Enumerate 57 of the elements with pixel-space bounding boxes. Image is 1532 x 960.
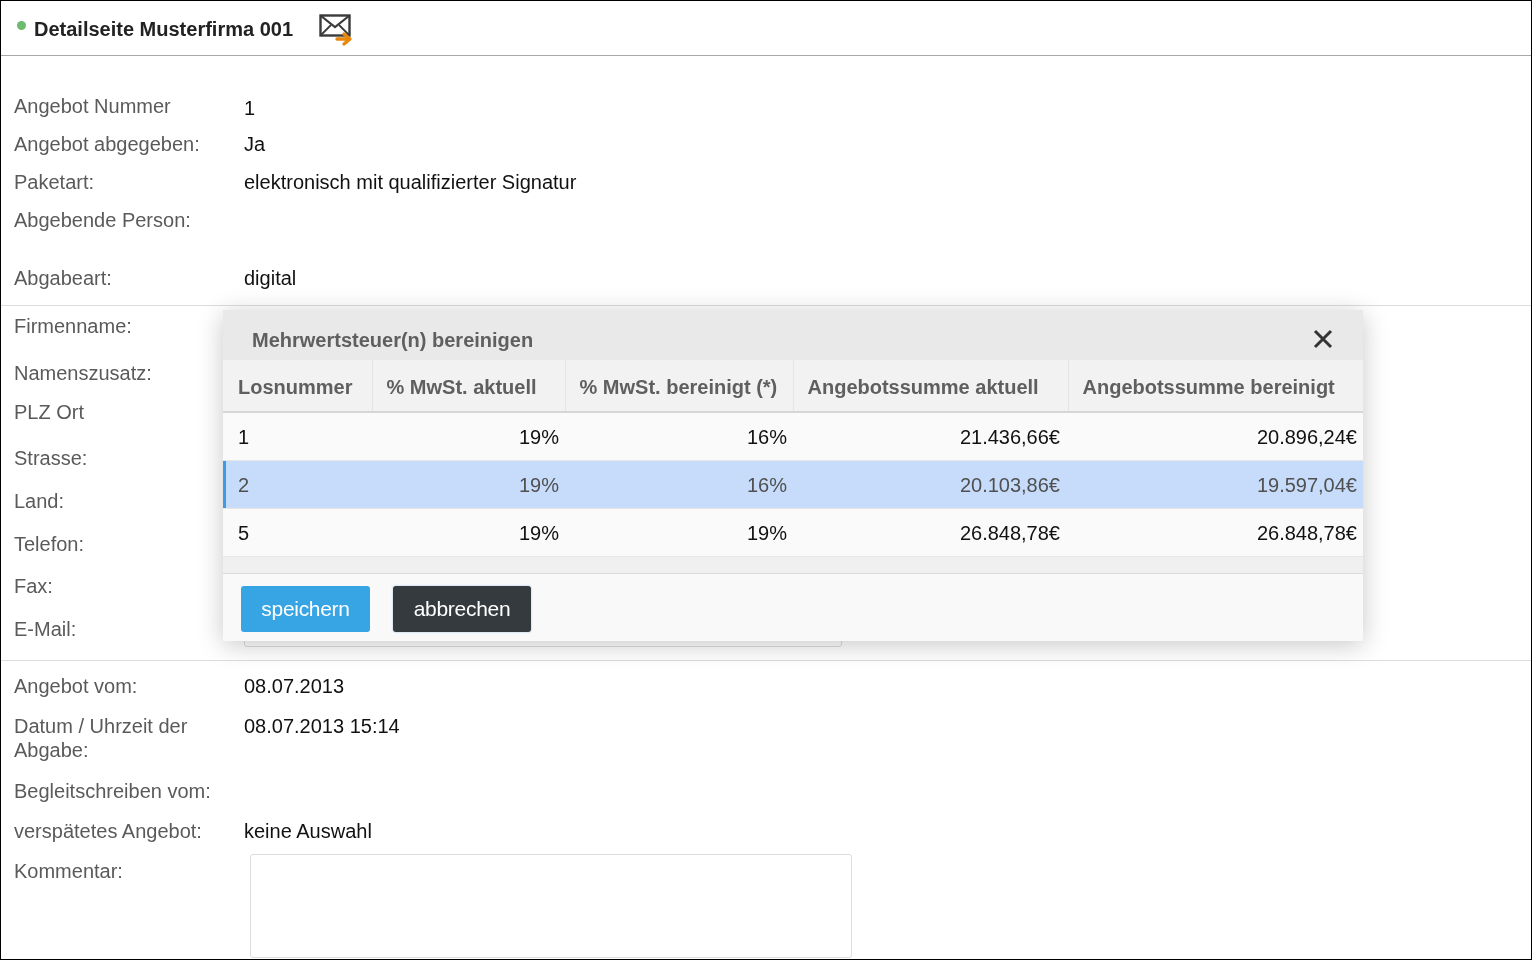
field-label: Paketart: <box>13 170 96 194</box>
table-cell: 20.896,24€ <box>1068 412 1363 460</box>
field-value: 1 <box>244 96 256 120</box>
close-button[interactable] <box>1313 328 1333 349</box>
table-cell: 26.848,78€ <box>1068 508 1363 556</box>
table-cell: 19.597,04€ <box>1068 460 1363 508</box>
table-cell: 19% <box>372 460 565 508</box>
send-mail-button[interactable] <box>319 13 355 47</box>
field-label: Land: <box>13 488 66 513</box>
comment-field[interactable] <box>250 854 852 958</box>
table-cell: 1 <box>223 412 372 460</box>
column-header: Angebotssumme aktuell <box>793 360 1068 412</box>
field-label: Kommentar: <box>13 859 124 883</box>
status-dot-icon <box>17 21 26 30</box>
field-label: Fax: <box>13 574 54 599</box>
field-label: Telefon: <box>13 531 86 556</box>
page-title: Detailseite Musterfirma 001 <box>34 18 293 41</box>
field-value: 08.07.2013 15:14 <box>244 714 400 738</box>
field-label: Datum / Uhrzeit der Abgabe: <box>13 714 189 762</box>
column-header: % MwSt. bereinigt (*) <box>565 360 793 412</box>
table-row[interactable]: 5 19% 19% 26.848,78€ 26.848,78€ <box>223 508 1363 556</box>
field-label: Firmenname: <box>13 314 133 338</box>
field-value: elektronisch mit qualifizierter Signatur <box>244 170 577 194</box>
field-value: keine Auswahl <box>244 819 372 843</box>
table-row[interactable]: 1 19% 16% 21.436,66€ 20.896,24€ <box>223 412 1363 460</box>
table-cell: 19% <box>565 508 793 556</box>
field-label: Strasse: <box>13 446 89 471</box>
field-label: Angebot vom: <box>13 674 139 698</box>
column-header: Angebotssumme bereinigt <box>1068 360 1363 412</box>
envelope-arrow-icon <box>319 13 355 47</box>
cancel-button[interactable]: abbrechen <box>393 585 531 632</box>
field-label: verspätetes Angebot: <box>13 819 203 843</box>
field-label: PLZ Ort <box>13 399 85 424</box>
field-value: 08.07.2013 <box>244 674 345 698</box>
field-value: digital <box>244 266 297 290</box>
close-icon <box>1313 328 1333 349</box>
table-row[interactable]: 2 19% 16% 20.103,86€ 19.597,04€ <box>223 460 1363 508</box>
table-cell: 20.103,86€ <box>793 460 1068 508</box>
field-label: Angebot abgegeben: <box>13 132 201 156</box>
table-cell: 5 <box>223 508 372 556</box>
table-cell: 16% <box>565 412 793 460</box>
field-label: Abgabeart: <box>13 266 113 290</box>
table-cell: 21.436,66€ <box>793 412 1068 460</box>
table-cell: 19% <box>372 412 565 460</box>
table-cell: 19% <box>372 508 565 556</box>
column-header: Losnummer <box>223 360 372 412</box>
field-label: Abgebende Person: <box>13 208 192 232</box>
table-cell: 2 <box>223 460 372 508</box>
field-label: Angebot Nummer <box>13 94 172 118</box>
dialog-title: Mehrwertsteuer(n) bereinigen <box>252 328 534 352</box>
table-cell: 26.848,78€ <box>793 508 1068 556</box>
field-label: Begleitschreiben vom: <box>13 779 212 803</box>
field-label: Namenszusatz: <box>13 360 153 385</box>
field-value: Ja <box>244 132 266 156</box>
column-header: % MwSt. aktuell <box>372 360 565 412</box>
table-cell: 16% <box>565 460 793 508</box>
field-label: E-Mail: <box>13 617 78 642</box>
